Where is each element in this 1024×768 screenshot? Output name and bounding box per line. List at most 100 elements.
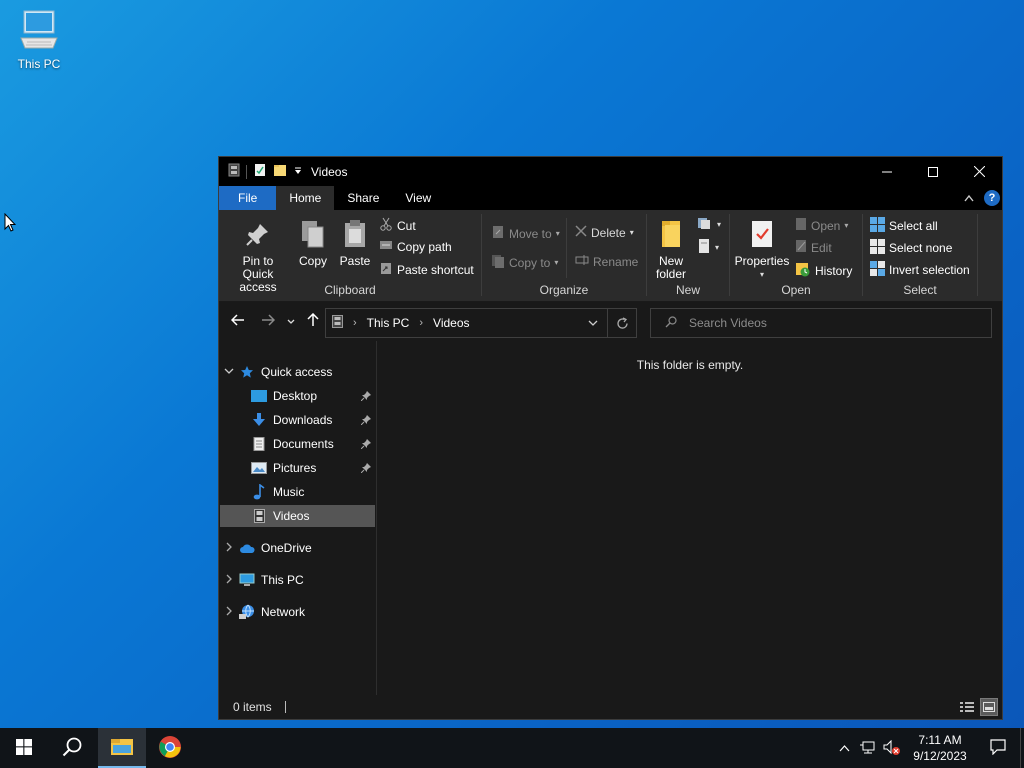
expand-chevron-icon[interactable]	[220, 574, 238, 587]
nav-item-this-pc[interactable]: This PC	[220, 569, 375, 591]
mouse-cursor-icon	[4, 212, 17, 236]
address-bar[interactable]: › This PC › Videos	[325, 308, 637, 338]
window-controls	[864, 157, 1002, 186]
tab-home[interactable]: Home	[276, 186, 335, 210]
pin-icon	[246, 218, 270, 250]
edit-icon	[795, 239, 807, 256]
copy-button[interactable]: Copy	[295, 218, 331, 268]
collapse-chevron-icon[interactable]	[220, 367, 238, 378]
clock[interactable]: 7:11 AM 9/12/2023	[904, 728, 976, 768]
video-folder-icon	[228, 163, 240, 180]
copy-path-button[interactable]: Copy path	[379, 239, 452, 254]
select-none-button[interactable]: Select none	[870, 239, 952, 257]
edit-button[interactable]: Edit	[795, 239, 832, 256]
open-label: Open	[811, 218, 841, 233]
show-desktop-button[interactable]	[1020, 728, 1024, 768]
delete-label: Delete	[591, 225, 626, 240]
group-clipboard: Pin to Quick access Copy Paste Cut Copy …	[219, 210, 481, 302]
system-tray: 7:11 AM 9/12/2023	[832, 728, 1024, 768]
nav-item-network[interactable]: Network	[220, 601, 375, 623]
file-list-pane[interactable]: This folder is empty.	[378, 341, 1002, 695]
help-icon[interactable]: ?	[984, 190, 1000, 206]
copy-to-dropdown-icon: ▾	[554, 258, 559, 267]
title-bar[interactable]: Videos	[219, 157, 1002, 186]
recent-locations-button[interactable]	[285, 312, 297, 330]
maximize-button[interactable]	[910, 157, 956, 186]
group-organize: Move to ▾ Copy to ▾ Delete ▾ Rename Organiz…	[482, 210, 646, 302]
pin-icon	[360, 390, 371, 404]
nav-item-documents[interactable]: Documents	[220, 433, 375, 455]
forward-button[interactable]	[259, 312, 277, 330]
chevron-down-icon	[287, 314, 295, 328]
properties-label: Properties	[734, 254, 790, 268]
ribbon-tabs: File Home Share View ?	[219, 186, 1002, 210]
nav-item-desktop[interactable]: Desktop	[220, 385, 375, 407]
expand-chevron-icon[interactable]	[220, 542, 238, 555]
new-item-button[interactable]: ▾	[697, 216, 721, 233]
action-center-button[interactable]	[976, 728, 1020, 768]
properties-button[interactable]: Properties ▾	[734, 218, 790, 281]
invert-selection-label: Invert selection	[889, 263, 970, 277]
nav-item-onedrive[interactable]: OneDrive	[220, 537, 375, 559]
chrome-taskbar-button[interactable]	[146, 728, 194, 768]
search-icon	[62, 737, 82, 760]
tab-file[interactable]: File	[219, 186, 277, 210]
nav-item-downloads[interactable]: Downloads	[220, 409, 375, 431]
arrow-left-icon	[230, 313, 245, 329]
start-button[interactable]	[0, 728, 48, 768]
nav-label-downloads: Downloads	[273, 413, 333, 427]
copy-to-button[interactable]: Copy to ▾	[491, 254, 558, 271]
scissors-icon	[379, 217, 393, 234]
select-none-icon	[870, 239, 885, 257]
pin-icon	[360, 414, 371, 428]
search-input[interactable]	[689, 316, 969, 330]
back-button[interactable]	[229, 312, 247, 330]
address-history-chevron-icon[interactable]	[579, 320, 607, 326]
search-button[interactable]	[48, 728, 96, 768]
paste-icon	[343, 218, 367, 250]
minimize-button[interactable]	[864, 157, 910, 186]
group-label-open: Open	[781, 283, 811, 297]
network-status-icon[interactable]	[856, 728, 880, 768]
new-folder-icon[interactable]	[273, 163, 287, 180]
expand-chevron-icon[interactable]	[220, 606, 238, 619]
paste-button[interactable]: Paste	[337, 218, 373, 268]
open-dropdown-icon: ▾	[844, 221, 849, 230]
show-hidden-icons-chevron-icon[interactable]	[832, 728, 856, 768]
move-to-button[interactable]: Move to ▾	[491, 225, 560, 242]
nav-item-music[interactable]: Music	[220, 481, 375, 503]
desktop-icon-this-pc[interactable]: This PC	[10, 8, 68, 76]
nav-item-videos[interactable]: Videos	[220, 505, 375, 527]
paste-shortcut-button[interactable]: Paste shortcut	[379, 261, 474, 278]
open-button[interactable]: Open ▾	[795, 217, 848, 234]
tab-view[interactable]: View	[392, 186, 444, 210]
breadcrumb-this-pc[interactable]: This PC	[367, 316, 410, 330]
select-all-button[interactable]: Select all	[870, 217, 938, 235]
nav-item-quick-access[interactable]: Quick access	[220, 361, 375, 383]
delete-button[interactable]: Delete ▾	[575, 225, 634, 240]
cut-button[interactable]: Cut	[379, 217, 416, 234]
file-explorer-window: Videos File Home Share View ? Pin to Qui…	[218, 156, 1003, 720]
invert-selection-button[interactable]: Invert selection	[870, 261, 970, 279]
details-view-button[interactable]	[958, 698, 976, 716]
nav-label-videos: Videos	[273, 509, 310, 523]
breadcrumb-videos[interactable]: Videos	[433, 316, 469, 330]
up-button[interactable]	[305, 312, 321, 330]
large-icons-view-button[interactable]	[980, 698, 998, 716]
collapse-ribbon-icon[interactable]	[964, 191, 974, 205]
tab-share[interactable]: Share	[334, 186, 392, 210]
search-box	[650, 308, 992, 338]
history-button[interactable]: History	[795, 261, 852, 280]
volume-muted-icon[interactable]	[880, 728, 904, 768]
rename-button[interactable]: Rename	[575, 254, 638, 269]
close-button[interactable]	[956, 157, 1002, 186]
nav-item-pictures[interactable]: Pictures	[220, 457, 375, 479]
file-explorer-taskbar-button[interactable]	[98, 728, 146, 768]
new-folder-button[interactable]: New folder	[651, 218, 691, 281]
refresh-icon[interactable]	[608, 316, 636, 330]
properties-icon[interactable]	[253, 163, 267, 180]
rename-label: Rename	[593, 254, 639, 269]
customize-qat-chevron-icon[interactable]	[293, 165, 303, 179]
arrow-right-icon	[261, 313, 276, 329]
easy-access-button[interactable]: ▾	[697, 238, 719, 257]
